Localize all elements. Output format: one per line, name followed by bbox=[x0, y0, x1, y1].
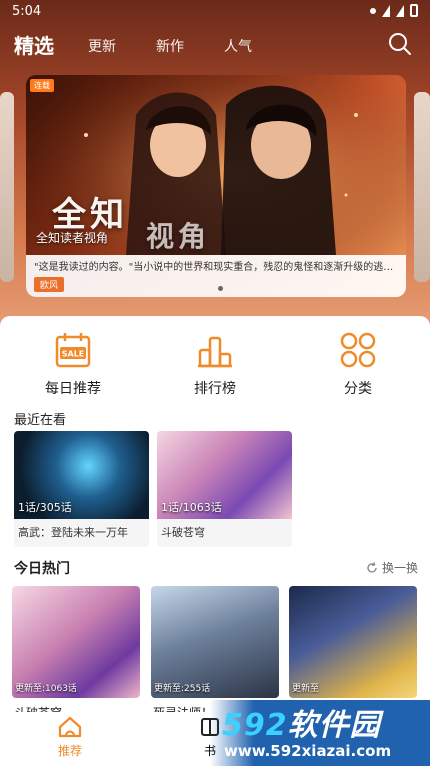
recent-item[interactable]: 1话/1063话 斗破苍穹 bbox=[157, 431, 292, 547]
recent-progress: 1话/305话 bbox=[18, 501, 72, 514]
home-icon bbox=[58, 716, 82, 738]
hot-item[interactable]: 更新至 bbox=[289, 586, 417, 698]
hot-update: 更新至:1063话 bbox=[15, 684, 77, 694]
recent-progress: 1话/1063话 bbox=[161, 501, 222, 514]
main-content: SALE 每日推荐 排行榜 分类 最近在看 1话/305话 高武：登陆未来一万年… bbox=[0, 316, 430, 766]
notification-icon bbox=[370, 7, 376, 14]
podium-icon bbox=[198, 336, 232, 368]
category-button[interactable]: 分类 bbox=[308, 330, 408, 398]
refresh-button[interactable]: 换一换 bbox=[366, 559, 418, 576]
tab-selected[interactable]: 精选 bbox=[14, 30, 54, 59]
recent-name: 斗破苍穹 bbox=[161, 526, 205, 539]
tab-new[interactable]: 新作 bbox=[156, 36, 184, 56]
ranking-label: 排行榜 bbox=[194, 381, 236, 397]
status-time: 5:04 bbox=[12, 4, 42, 19]
hot-title: 今日热门 bbox=[14, 561, 70, 577]
watermark-url: www.592xiazai.com bbox=[224, 742, 392, 760]
svg-text:SALE: SALE bbox=[62, 350, 85, 359]
hot-item[interactable]: 更新至:1063话 bbox=[12, 586, 140, 698]
banner-info: "这是我读过的内容。"当小说中的世界和现实重合，残忍的鬼怪和逐渐升级的逃杀游..… bbox=[26, 255, 406, 297]
recent-item[interactable]: 1话/305话 高武：登陆未来一万年 bbox=[14, 431, 149, 547]
recent-cover: 1话/305话 bbox=[14, 431, 149, 519]
top-nav: 精选 更新 新作 人气 bbox=[0, 30, 430, 62]
tab-update[interactable]: 更新 bbox=[88, 36, 116, 56]
recent-title: 最近在看 bbox=[14, 413, 67, 428]
banner-art-title-2: 视角 bbox=[146, 220, 211, 253]
ranking-button[interactable]: 排行榜 bbox=[165, 330, 265, 398]
recent-name: 高武：登陆未来一万年 bbox=[18, 526, 128, 539]
hot-update: 更新至:255话 bbox=[154, 684, 211, 694]
featured-banner[interactable]: 连载 全知 视角 全知读者视角 "这是我读过的内容。"当小说中的世界和现实重合，… bbox=[26, 75, 406, 297]
carousel-indicator bbox=[218, 286, 223, 291]
status-bar: 5:04 bbox=[0, 0, 430, 24]
search-icon[interactable] bbox=[388, 32, 412, 56]
hot-update: 更新至 bbox=[292, 684, 320, 694]
wifi-icon bbox=[382, 4, 390, 17]
banner-next-card[interactable] bbox=[414, 92, 430, 282]
site-watermark: 592软件园 www.592xiazai.com bbox=[210, 700, 430, 766]
quick-entries: SALE 每日推荐 排行榜 分类 bbox=[0, 330, 430, 400]
grid-icon bbox=[340, 332, 376, 368]
hot-item[interactable]: 更新至:255话 bbox=[151, 586, 279, 698]
banner-prev-card[interactable] bbox=[0, 92, 14, 282]
battery-icon bbox=[410, 4, 418, 17]
category-label: 分类 bbox=[344, 381, 372, 397]
signal-icon bbox=[396, 4, 404, 17]
recent-cover: 1话/1063话 bbox=[157, 431, 292, 519]
tab-popular[interactable]: 人气 bbox=[224, 36, 252, 56]
banner-title: 全知读者视角 bbox=[36, 231, 109, 245]
banner-description: "这是我读过的内容。"当小说中的世界和现实重合，残忍的鬼怪和逐渐升级的逃杀游..… bbox=[34, 262, 398, 273]
daily-recommend-label: 每日推荐 bbox=[45, 381, 101, 397]
nav-recommend-label: 推荐 bbox=[57, 744, 82, 758]
daily-recommend-button[interactable]: SALE 每日推荐 bbox=[23, 330, 123, 398]
refresh-icon bbox=[367, 561, 377, 573]
nav-recommend[interactable]: 推荐 bbox=[40, 716, 100, 759]
watermark-brand: 592软件园 bbox=[222, 708, 381, 743]
genre-badge: 欧风 bbox=[34, 277, 65, 292]
refresh-label: 换一换 bbox=[381, 561, 418, 575]
serial-tag: 连载 bbox=[30, 79, 54, 92]
calendar-sale-icon: SALE bbox=[55, 333, 91, 368]
